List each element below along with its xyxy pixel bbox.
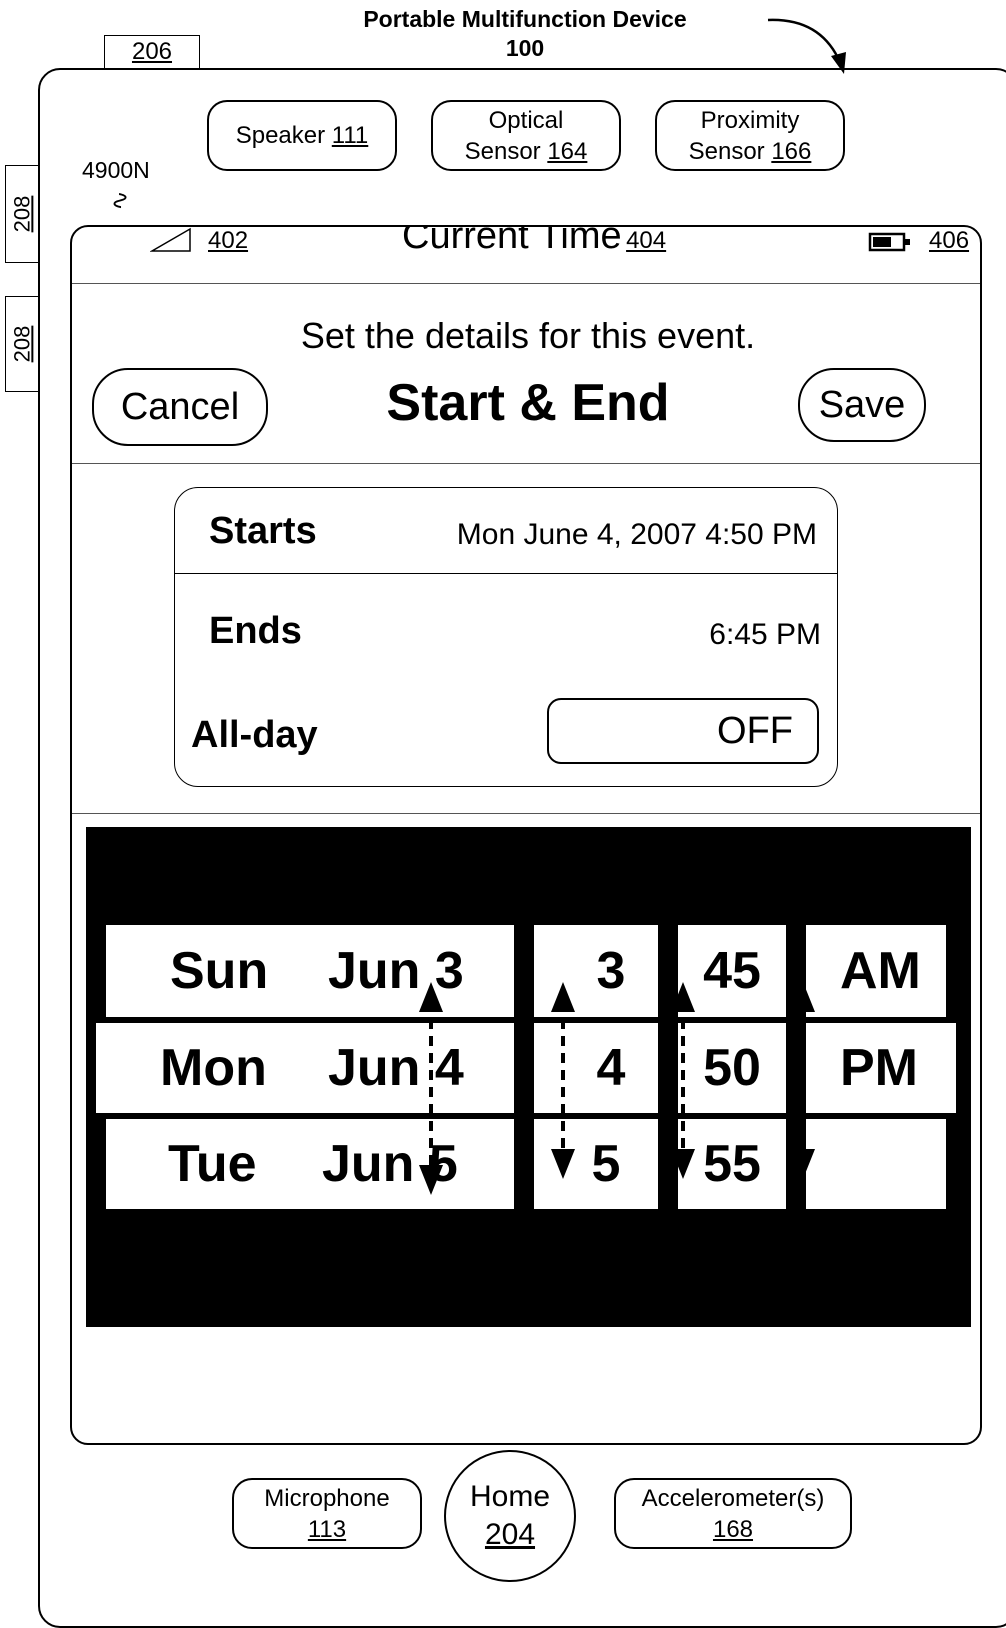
touch-screen[interactable]: 402 Current Time 404 406 Set the details… [70, 225, 982, 1445]
ends-value[interactable]: 6:45 PM [709, 618, 821, 652]
event-prompt: Set the details for this event. [300, 315, 756, 356]
cancel-button[interactable]: Cancel [92, 368, 268, 446]
side-button-ref: 208 [9, 195, 34, 233]
side-button-208-bottom[interactable]: 208 [5, 296, 39, 392]
save-button[interactable]: Save [798, 368, 926, 442]
optical-sensor-component: Optical Sensor 164 [431, 100, 621, 171]
save-label: Save [818, 383, 906, 426]
signal-strength-icon [150, 227, 191, 252]
microphone-component: Microphone 113 [232, 1478, 422, 1549]
speaker-component: Speaker 111 [207, 100, 397, 171]
accelerometer-label: Accelerometer(s) [641, 1484, 825, 1512]
microphone-label: Microphone [264, 1484, 390, 1512]
top-tab-206: 206 [104, 35, 200, 69]
speaker-label-line: Speaker 111 [236, 120, 369, 151]
current-time: Current Time [402, 225, 622, 257]
accelerometer-component: Accelerometer(s) 168 [614, 1478, 852, 1549]
reference-arrow-icon [767, 18, 846, 74]
proximity-sensor-line2: Sensor 166 [689, 136, 812, 167]
speaker-number: 111 [331, 122, 369, 149]
home-number: 204 [484, 1518, 536, 1551]
allday-label: All-day [191, 714, 318, 756]
current-time-line: Current Time 404 [402, 225, 667, 258]
proximity-sensor-label: Sensor [688, 137, 765, 165]
proximity-sensor-line1: Proximity [700, 106, 800, 134]
date-time-picker[interactable]: Sun Jun 3 Mon Jun 4 Tue Jun 5 3 4 5 45 5… [86, 827, 971, 1327]
optical-sensor-number: 164 [547, 137, 588, 165]
home-button[interactable]: Home 204 [444, 1450, 576, 1582]
screen-reference-squiggle: ∿ [106, 190, 134, 211]
starts-value[interactable]: Mon June 4, 2007 4:50 PM [457, 518, 817, 552]
battery-ref: 406 [929, 227, 970, 254]
top-tab-ref: 206 [131, 38, 173, 65]
starts-label: Starts [209, 510, 317, 552]
starts-divider [175, 573, 837, 574]
signal-ref: 402 [208, 227, 249, 254]
device-number: 100 [505, 35, 545, 61]
side-button-208-top[interactable]: 208 [5, 165, 39, 263]
microphone-number: 113 [307, 1515, 347, 1543]
event-details-card: Starts Mon June 4, 2007 4:50 PM Ends 6:4… [174, 487, 838, 787]
optical-sensor-line1: Optical [488, 106, 564, 134]
battery-icon [868, 232, 910, 252]
scroll-gesture-arrows-icon [419, 982, 815, 1195]
cancel-label: Cancel [120, 385, 240, 428]
optical-sensor-line2: Sensor 164 [465, 136, 588, 167]
home-label: Home [469, 1480, 551, 1513]
details-divider [72, 813, 980, 814]
side-button-ref: 208 [9, 325, 34, 363]
page-title: Start & End [386, 374, 670, 432]
allday-toggle[interactable]: OFF [547, 698, 819, 764]
device-title-text: Portable Multifunction Device [363, 6, 687, 32]
allday-toggle-value: OFF [717, 709, 793, 752]
status-divider [72, 283, 980, 284]
device-title: Portable Multifunction Device 100 [320, 5, 730, 63]
proximity-sensor-number: 166 [771, 137, 812, 165]
accelerometer-number: 168 [712, 1515, 754, 1543]
header-divider [72, 463, 980, 464]
optical-sensor-label: Sensor [464, 137, 541, 165]
current-time-ref: 404 [626, 227, 667, 254]
speaker-label: Speaker [235, 122, 326, 149]
screen-reference-label: 4900N [82, 157, 150, 183]
proximity-sensor-component: Proximity Sensor 166 [655, 100, 845, 171]
ends-label: Ends [209, 610, 302, 652]
